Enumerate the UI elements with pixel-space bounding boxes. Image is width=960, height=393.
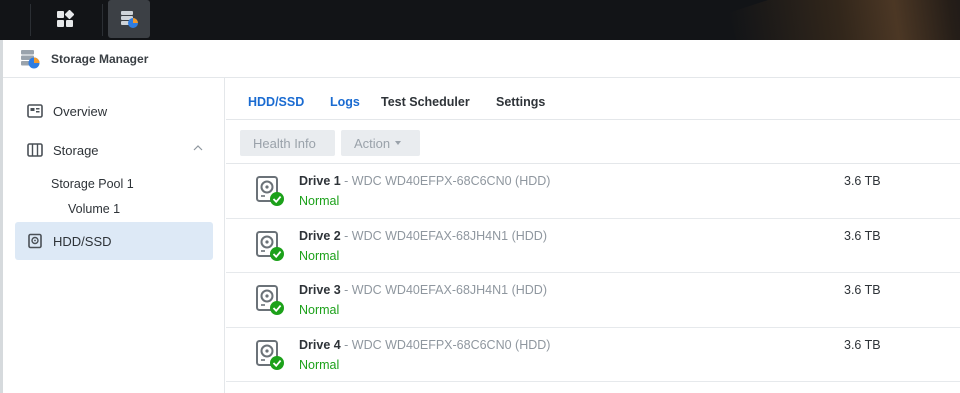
drive-row[interactable]: Drive 3 - WDC WD40EFAX-68JH4N1 (HDD) Nor… [226, 273, 960, 328]
drive-status: Normal [299, 248, 340, 263]
toolbar: Health Info Action [226, 120, 960, 164]
tab-test-scheduler[interactable]: Test Scheduler [381, 95, 470, 109]
drive-size: 3.6 TB [844, 228, 881, 243]
drive-name: Drive 2 - WDC WD40EFAX-68JH4N1 (HDD) [299, 228, 547, 243]
drive-model: - WDC WD40EFPX-68C6CN0 (HDD) [340, 174, 551, 188]
drive-status: Normal [299, 357, 340, 372]
drive-row[interactable]: Drive 4 - WDC WD40EFPX-68C6CN0 (HDD) Nor… [226, 328, 960, 382]
taskbar [0, 0, 960, 40]
action-button-label: Action [354, 135, 391, 151]
main-menu-button[interactable] [46, 0, 84, 38]
drive-name: Drive 3 - WDC WD40EFAX-68JH4N1 (HDD) [299, 283, 547, 297]
sidebar-item-label: HDD/SSD [53, 233, 112, 249]
drive-size: 3.6 TB [844, 174, 881, 188]
drive-model: - WDC WD40EFAX-68JH4N1 (HDD) [340, 228, 547, 243]
sidebar: Overview Storage Storage Pool 1 Volume 1… [3, 78, 225, 393]
main-panel: HDD/SSD Logs Test Scheduler Settings Hea… [226, 78, 960, 393]
drive-size: 3.6 TB [844, 337, 881, 352]
health-info-button[interactable]: Health Info [240, 130, 335, 156]
sidebar-item-overview[interactable]: Overview [15, 92, 213, 130]
tab-hdd-ssd[interactable]: HDD/SSD [248, 95, 304, 109]
tab-logs[interactable]: Logs [330, 95, 360, 109]
drive-name: Drive 1 - WDC WD40EFPX-68C6CN0 (HDD) [299, 174, 551, 188]
hdd-healthy-icon [256, 176, 284, 206]
storage-manager-icon [21, 49, 40, 68]
sidebar-item-storage-pool-1[interactable]: Storage Pool 1 [51, 177, 134, 191]
caret-down-icon [395, 141, 402, 145]
drive-status: Normal [299, 303, 340, 317]
wallpaper-band [727, 0, 960, 40]
overview-icon [27, 104, 43, 118]
action-dropdown-button[interactable]: Action [341, 130, 420, 156]
grid-icon [57, 10, 74, 27]
tab-settings[interactable]: Settings [496, 95, 545, 109]
drive-size: 3.6 TB [844, 283, 881, 297]
hdd-icon [28, 233, 42, 249]
drive-list: Drive 1 - WDC WD40EFPX-68C6CN0 (HDD) Nor… [226, 164, 960, 382]
hdd-healthy-icon [256, 285, 284, 315]
drive-name: Drive 4 - WDC WD40EFPX-68C6CN0 (HDD) [299, 337, 551, 352]
taskbar-divider [102, 4, 103, 36]
sidebar-item-volume-1[interactable]: Volume 1 [68, 202, 120, 216]
hdd-healthy-icon [256, 339, 284, 370]
storage-icon [27, 143, 43, 157]
sidebar-item-label: Storage [53, 142, 99, 158]
window-title: Storage Manager [51, 51, 149, 66]
chevron-up-icon[interactable] [193, 144, 203, 152]
drive-model: - WDC WD40EFAX-68JH4N1 (HDD) [340, 283, 547, 297]
hdd-healthy-icon [256, 230, 284, 261]
storage-manager-icon [121, 11, 138, 28]
window-titlebar: Storage Manager [3, 40, 960, 78]
sidebar-item-label: Overview [53, 103, 108, 119]
drive-status: Normal [299, 194, 340, 208]
taskbar-divider [30, 4, 31, 36]
tab-bar: HDD/SSD Logs Test Scheduler Settings [226, 78, 960, 120]
sidebar-item-storage[interactable]: Storage [15, 131, 213, 169]
drive-model: - WDC WD40EFPX-68C6CN0 (HDD) [340, 337, 551, 352]
drive-row[interactable]: Drive 1 - WDC WD40EFPX-68C6CN0 (HDD) Nor… [226, 164, 960, 219]
drive-row[interactable]: Drive 2 - WDC WD40EFAX-68JH4N1 (HDD) Nor… [226, 219, 960, 273]
storage-manager-taskbar-button[interactable] [108, 0, 150, 38]
sidebar-item-hdd-ssd[interactable]: HDD/SSD [15, 222, 213, 260]
